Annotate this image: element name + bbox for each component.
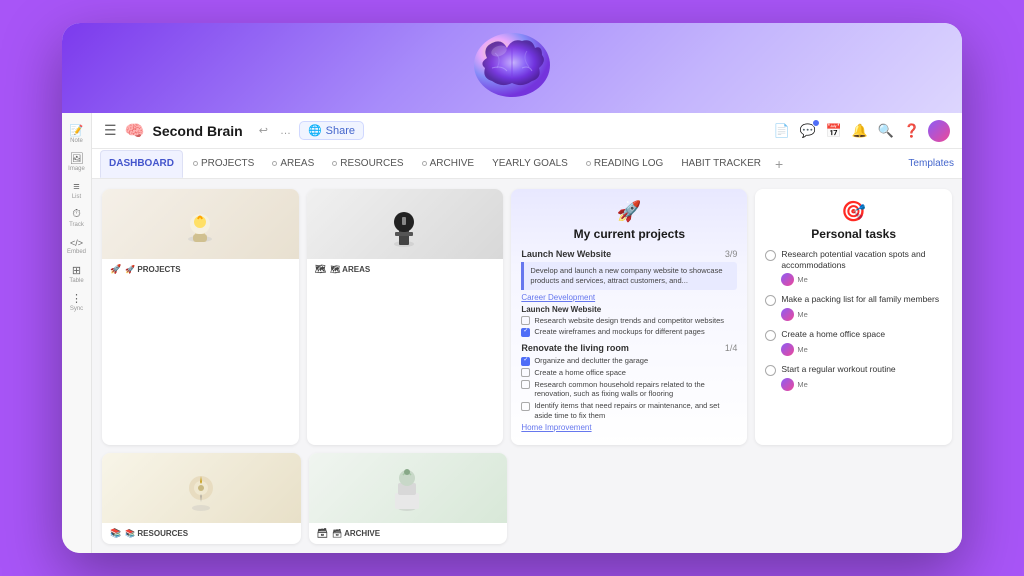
- topbar: ☰ 🧠 Second Brain ↩ … 🌐 Share 📄 💬: [92, 113, 962, 149]
- tab-yearly-goals[interactable]: YEARLY GOALS: [484, 150, 576, 178]
- areas-image: [307, 189, 504, 259]
- personal-task-1: Research potential vacation spots and ac…: [765, 249, 942, 286]
- sidebar-item-table[interactable]: ⊞ Table: [64, 261, 90, 287]
- topbar-right: 📄 💬 📅 🔔 🔍 ❓: [772, 120, 950, 142]
- archive-image: [309, 453, 508, 523]
- sidebar-item-image[interactable]: 🖼 Image: [64, 149, 90, 175]
- task-circle[interactable]: [765, 250, 776, 261]
- tab-dashboard[interactable]: DASHBOARD: [100, 150, 183, 178]
- task-item: ✓ Create wireframes and mockups for diff…: [521, 327, 737, 337]
- areas-card[interactable]: 🗺 🗺 AREAS: [307, 189, 504, 445]
- task-checkbox[interactable]: [521, 316, 530, 325]
- task-circle[interactable]: [765, 330, 776, 341]
- current-projects-section: 🚀 My current projects Launch New Website…: [511, 189, 747, 445]
- project-launch-website: Launch New Website 3/9 Develop and launc…: [521, 249, 737, 337]
- tab-reading-log[interactable]: READING LOG: [578, 150, 671, 178]
- task-checkbox-checked[interactable]: ✓: [521, 357, 530, 366]
- app-title: Second Brain: [152, 123, 242, 139]
- chat-badge: [812, 119, 820, 127]
- resources-card[interactable]: 📚 📚 RESOURCES: [102, 453, 301, 544]
- task-checkbox[interactable]: [521, 402, 530, 411]
- archive-label: 🗃 🗃 ARCHIVE: [309, 523, 508, 544]
- undo-button[interactable]: ↩: [255, 122, 272, 139]
- sidebar-item-embed[interactable]: </> Embed: [64, 233, 90, 259]
- task-item: Create a home office space: [521, 368, 737, 378]
- more-button[interactable]: …: [276, 123, 295, 139]
- archive-card[interactable]: 🗃 🗃 ARCHIVE: [309, 453, 508, 544]
- home-improvement-link[interactable]: Home Improvement: [521, 423, 737, 432]
- user-avatar-sm: [781, 308, 794, 321]
- tab-archive[interactable]: ARCHIVE: [414, 150, 482, 178]
- project-desc: Develop and launch a new company website…: [521, 262, 737, 290]
- task-item: Identify items that need repairs or main…: [521, 401, 737, 421]
- task-item: Research website design trends and compe…: [521, 316, 737, 326]
- user-avatar-sm: [781, 273, 794, 286]
- areas-label: 🗺 🗺 AREAS: [307, 259, 504, 280]
- templates-link[interactable]: Templates: [908, 158, 954, 169]
- career-dev-link[interactable]: Career Development: [521, 293, 737, 302]
- add-tab-button[interactable]: +: [771, 156, 787, 172]
- sidebar-item-track[interactable]: ⏱ Track: [64, 205, 90, 231]
- task-item: Research common household repairs relate…: [521, 380, 737, 400]
- task-item: ✓ Organize and declutter the garage: [521, 356, 737, 366]
- sidebar-item-sync[interactable]: ⋮ Sync: [64, 289, 90, 315]
- personal-task-2: Make a packing list for all family membe…: [765, 294, 942, 321]
- user-avatar-sm: [781, 343, 794, 356]
- resources-label: 📚 📚 RESOURCES: [102, 523, 301, 544]
- calendar-icon[interactable]: 📅: [824, 121, 844, 141]
- task-circle[interactable]: [765, 365, 776, 376]
- brain-image: [452, 23, 572, 113]
- topbar-actions: ↩ … 🌐 Share: [255, 121, 364, 140]
- search-icon[interactable]: 🔍: [876, 121, 896, 141]
- user-avatar[interactable]: [928, 120, 950, 142]
- task-circle[interactable]: [765, 295, 776, 306]
- task-checkbox[interactable]: [521, 380, 530, 389]
- tab-projects[interactable]: PROJECTS: [185, 150, 262, 178]
- personal-task-3: Create a home office space Me: [765, 329, 942, 356]
- sidebar-item-note[interactable]: 📝 Note: [64, 121, 90, 147]
- tab-resources[interactable]: RESOURCES: [324, 150, 411, 178]
- personal-tasks-title: Personal tasks: [765, 227, 942, 241]
- hero-banner: [62, 23, 962, 113]
- sidebar-item-list[interactable]: ≡ List: [64, 177, 90, 203]
- user-avatar-sm: [781, 378, 794, 391]
- help-icon[interactable]: ❓: [902, 121, 922, 141]
- rocket-icon: 🚀: [521, 199, 737, 224]
- projects-image: [102, 189, 299, 259]
- task-checkbox-checked[interactable]: ✓: [521, 328, 530, 337]
- personal-tasks-section: 🎯 Personal tasks Research potential vaca…: [755, 189, 952, 445]
- resources-image: [102, 453, 301, 523]
- document-icon[interactable]: 📄: [772, 121, 792, 141]
- project-renovate: Renovate the living room 1/4 ✓ Organize …: [521, 343, 737, 432]
- projects-label: 🚀 🚀 PROJECTS: [102, 259, 299, 280]
- current-projects-title: My current projects: [521, 227, 737, 241]
- app-brain-icon: 🧠: [125, 121, 145, 141]
- content-area: 🚀 🚀 PROJECTS: [92, 179, 962, 553]
- menu-icon[interactable]: ☰: [104, 122, 117, 139]
- sidebar: 📝 Note 🖼 Image ≡ List ⏱ Track </> Embed …: [62, 113, 92, 553]
- personal-task-4: Start a regular workout routine Me: [765, 364, 942, 391]
- chat-icon[interactable]: 💬: [798, 121, 818, 141]
- task-checkbox[interactable]: [521, 368, 530, 377]
- share-icon: 🌐: [308, 124, 322, 137]
- projects-card[interactable]: 🚀 🚀 PROJECTS: [102, 189, 299, 445]
- tab-areas[interactable]: AREAS: [264, 150, 322, 178]
- tabs-bar: DASHBOARD PROJECTS AREAS RESOURCES ARCHI…: [92, 149, 962, 179]
- target-icon: 🎯: [765, 199, 942, 224]
- share-button[interactable]: 🌐 Share: [299, 121, 364, 140]
- bell-icon[interactable]: 🔔: [850, 121, 870, 141]
- tab-habit-tracker[interactable]: HABIT TRACKER: [673, 150, 769, 178]
